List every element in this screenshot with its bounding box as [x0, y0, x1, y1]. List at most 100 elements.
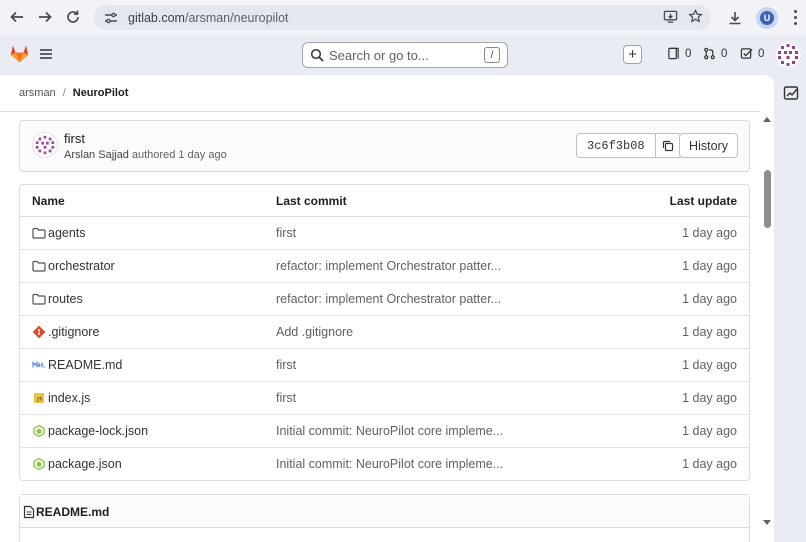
create-new-button[interactable]: +	[623, 45, 642, 64]
issues-icon	[668, 47, 679, 60]
scroll-down-arrow[interactable]	[763, 520, 771, 525]
commit-sha-group: 3c6f3b08	[576, 133, 682, 158]
breadcrumb-owner[interactable]: arsman	[19, 87, 56, 99]
todos-counter[interactable]: 0	[740, 47, 764, 60]
commit-message[interactable]: first	[276, 226, 296, 240]
last-update: 1 day ago	[682, 424, 737, 438]
markdown-file-icon	[32, 360, 46, 368]
table-row[interactable]: routes refactor: implement Orchestrator …	[20, 283, 749, 316]
js-file-icon	[34, 393, 44, 403]
search-box[interactable]: /	[302, 42, 508, 68]
file-name[interactable]: routes	[48, 292, 83, 306]
site-settings-icon[interactable]	[104, 11, 118, 25]
commit-sha[interactable]: 3c6f3b08	[576, 133, 656, 158]
table-row[interactable]: README.md first 1 day ago	[20, 349, 749, 382]
commit-message[interactable]: refactor: implement Orchestrator patter.…	[276, 259, 501, 273]
url-host: gitlab.com	[128, 10, 185, 25]
folder-icon	[32, 293, 46, 305]
breadcrumb: arsman / NeuroPilot	[19, 87, 128, 99]
readme-panel: README.md	[19, 494, 750, 542]
profile-initial: U	[760, 10, 774, 25]
readme-title[interactable]: README.md	[36, 505, 109, 519]
search-shortcut-key: /	[484, 47, 500, 63]
table-row[interactable]: orchestrator refactor: implement Orchest…	[20, 250, 749, 283]
commit-message[interactable]: Initial commit: NeuroPilot core impleme.…	[276, 424, 503, 438]
table-row[interactable]: package-lock.json Initial commit: NeuroP…	[20, 415, 749, 448]
scroll-up-arrow[interactable]	[763, 117, 771, 122]
folder-icon	[32, 260, 46, 272]
file-tree-table: Name Last commit Last update agents firs…	[19, 184, 750, 481]
last-update: 1 day ago	[682, 292, 737, 306]
user-avatar-icon[interactable]	[774, 41, 802, 69]
downloads-button[interactable]	[720, 3, 750, 33]
reload-icon	[67, 10, 79, 23]
commit-message[interactable]: refactor: implement Orchestrator patter.…	[276, 292, 501, 306]
copy-icon	[663, 140, 674, 151]
main-content: arsman / NeuroPilot first Arslan Sajjad …	[0, 75, 774, 542]
todos-count: 0	[758, 47, 765, 60]
search-icon	[310, 48, 324, 62]
page-scrollbar[interactable]	[760, 112, 774, 542]
table-row[interactable]: package.json Initial commit: NeuroPilot …	[20, 448, 749, 480]
search-input[interactable]	[329, 47, 479, 63]
browser-toolbar: gitlab.com/arsman/neuropilot U	[0, 0, 806, 35]
install-app-icon[interactable]	[663, 9, 678, 24]
git-file-icon	[32, 325, 46, 339]
file-name[interactable]: orchestrator	[48, 259, 115, 273]
merge-requests-count: 0	[721, 47, 728, 60]
todo-checkbox-icon	[740, 48, 753, 59]
header-name: Name	[32, 194, 65, 208]
history-button[interactable]: History	[679, 133, 738, 158]
folder-icon	[32, 227, 46, 239]
divider	[0, 111, 760, 112]
commit-message[interactable]: Initial commit: NeuroPilot core impleme.…	[276, 457, 503, 471]
forward-button[interactable]	[31, 3, 59, 31]
last-update: 1 day ago	[682, 391, 737, 405]
file-name[interactable]: index.js	[48, 391, 90, 405]
last-update: 1 day ago	[682, 325, 737, 339]
bookmark-star-icon[interactable]	[688, 9, 703, 24]
commit-title[interactable]: first	[64, 131, 85, 146]
scrollbar-thumb[interactable]	[764, 170, 771, 228]
table-row[interactable]: agents first 1 day ago	[20, 217, 749, 250]
url-path: /arsman/neuropilot	[184, 10, 289, 25]
browser-profile-button[interactable]: U	[756, 6, 778, 29]
file-name[interactable]: agents	[48, 226, 86, 240]
commit-message[interactable]: Add .gitignore	[276, 325, 353, 339]
file-name[interactable]: README.md	[48, 358, 122, 372]
commit-author[interactable]: Arslan Sajjad	[64, 149, 129, 161]
last-commit-panel: first Arslan Sajjad authored 1 day ago 3…	[19, 120, 750, 172]
copy-sha-button[interactable]	[655, 133, 682, 158]
reload-button[interactable]	[59, 3, 87, 31]
file-name[interactable]: package-lock.json	[48, 424, 148, 438]
right-rail	[774, 75, 806, 542]
node-file-icon	[33, 457, 45, 471]
arrow-left-icon	[10, 11, 23, 23]
gitlab-logo-icon[interactable]	[9, 43, 30, 64]
file-name[interactable]: package.json	[48, 457, 122, 471]
commit-meta: Arslan Sajjad authored 1 day ago	[64, 149, 227, 161]
commit-message[interactable]: first	[276, 358, 296, 372]
sidebar-toggle-icon[interactable]	[38, 46, 54, 62]
arrow-right-icon	[39, 11, 52, 23]
table-row[interactable]: .gitignore Add .gitignore 1 day ago	[20, 316, 749, 349]
last-update: 1 day ago	[682, 259, 737, 273]
issues-counter[interactable]: 0	[667, 47, 691, 60]
last-update: 1 day ago	[682, 358, 737, 372]
snippet-edit-icon[interactable]	[783, 85, 799, 101]
file-doc-icon	[23, 505, 35, 519]
address-bar[interactable]: gitlab.com/arsman/neuropilot	[94, 5, 711, 30]
merge-requests-counter[interactable]: 0	[703, 47, 727, 60]
table-header: Name Last commit Last update	[20, 185, 749, 217]
commit-author-avatar-icon[interactable]	[32, 132, 58, 158]
browser-menu-button[interactable]	[784, 10, 806, 25]
commit-meta-suffix: authored 1 day ago	[131, 149, 227, 161]
issues-count: 0	[685, 47, 692, 60]
merge-request-icon	[704, 47, 715, 60]
header-last-update: Last update	[669, 194, 737, 208]
back-button[interactable]	[3, 3, 31, 31]
breadcrumb-project[interactable]: NeuroPilot	[73, 87, 129, 99]
commit-message[interactable]: first	[276, 391, 296, 405]
file-name[interactable]: .gitignore	[48, 325, 99, 339]
table-row[interactable]: index.js first 1 day ago	[20, 382, 749, 415]
